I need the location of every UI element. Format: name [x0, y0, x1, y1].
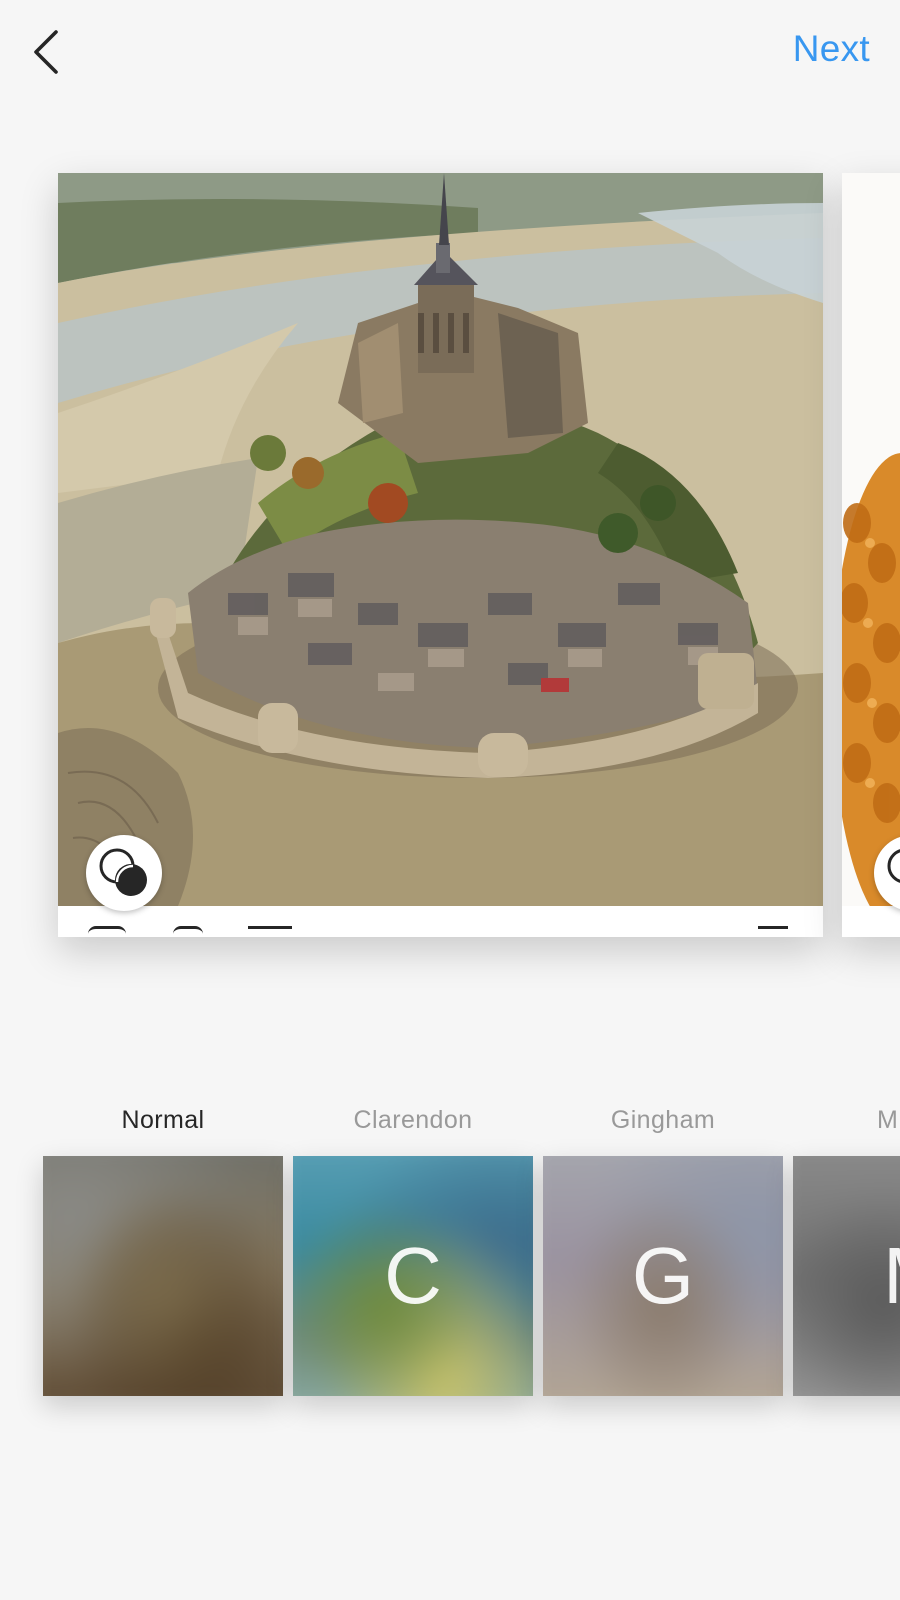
blend-toggle-button[interactable]	[86, 835, 162, 911]
filter-thumbnail: M	[793, 1156, 900, 1396]
filter-label: Normal	[121, 1106, 205, 1134]
chevron-left-icon	[34, 30, 58, 74]
card-action-strip	[58, 906, 823, 937]
filter-thumbnail	[43, 1156, 283, 1396]
filter-gingham[interactable]: Gingham G	[543, 1098, 783, 1396]
filter-clarendon[interactable]: Clarendon C	[293, 1098, 533, 1396]
next-preview-card[interactable]	[842, 173, 900, 937]
next-blend-toggle	[874, 835, 900, 911]
filter-label: M	[877, 1106, 899, 1134]
filter-editor-screen: Next Normal Clarendon C Gingham G M	[0, 0, 900, 1600]
back-button[interactable]	[22, 22, 74, 82]
filter-letter: C	[384, 1231, 442, 1320]
preview-photo	[58, 173, 823, 906]
preview-card[interactable]	[58, 173, 823, 937]
overlapping-circles-icon	[99, 848, 147, 896]
overlapping-circles-icon	[887, 849, 900, 883]
filter-strip: Normal Clarendon C Gingham G M	[0, 1098, 900, 1398]
next-button[interactable]: Next	[793, 28, 870, 70]
filter-thumbnail: C	[293, 1156, 533, 1396]
filter-label: Clarendon	[353, 1106, 473, 1134]
filter-letter: M	[793, 1156, 900, 1396]
filter-partial[interactable]: M M	[793, 1098, 900, 1396]
next-preview-photo	[842, 173, 900, 906]
filter-letter	[43, 1156, 283, 1396]
filter-label: Gingham	[610, 1106, 716, 1134]
filter-thumbnail: G	[543, 1156, 783, 1396]
filter-normal[interactable]: Normal	[43, 1098, 283, 1396]
filter-letter: G	[631, 1231, 695, 1320]
